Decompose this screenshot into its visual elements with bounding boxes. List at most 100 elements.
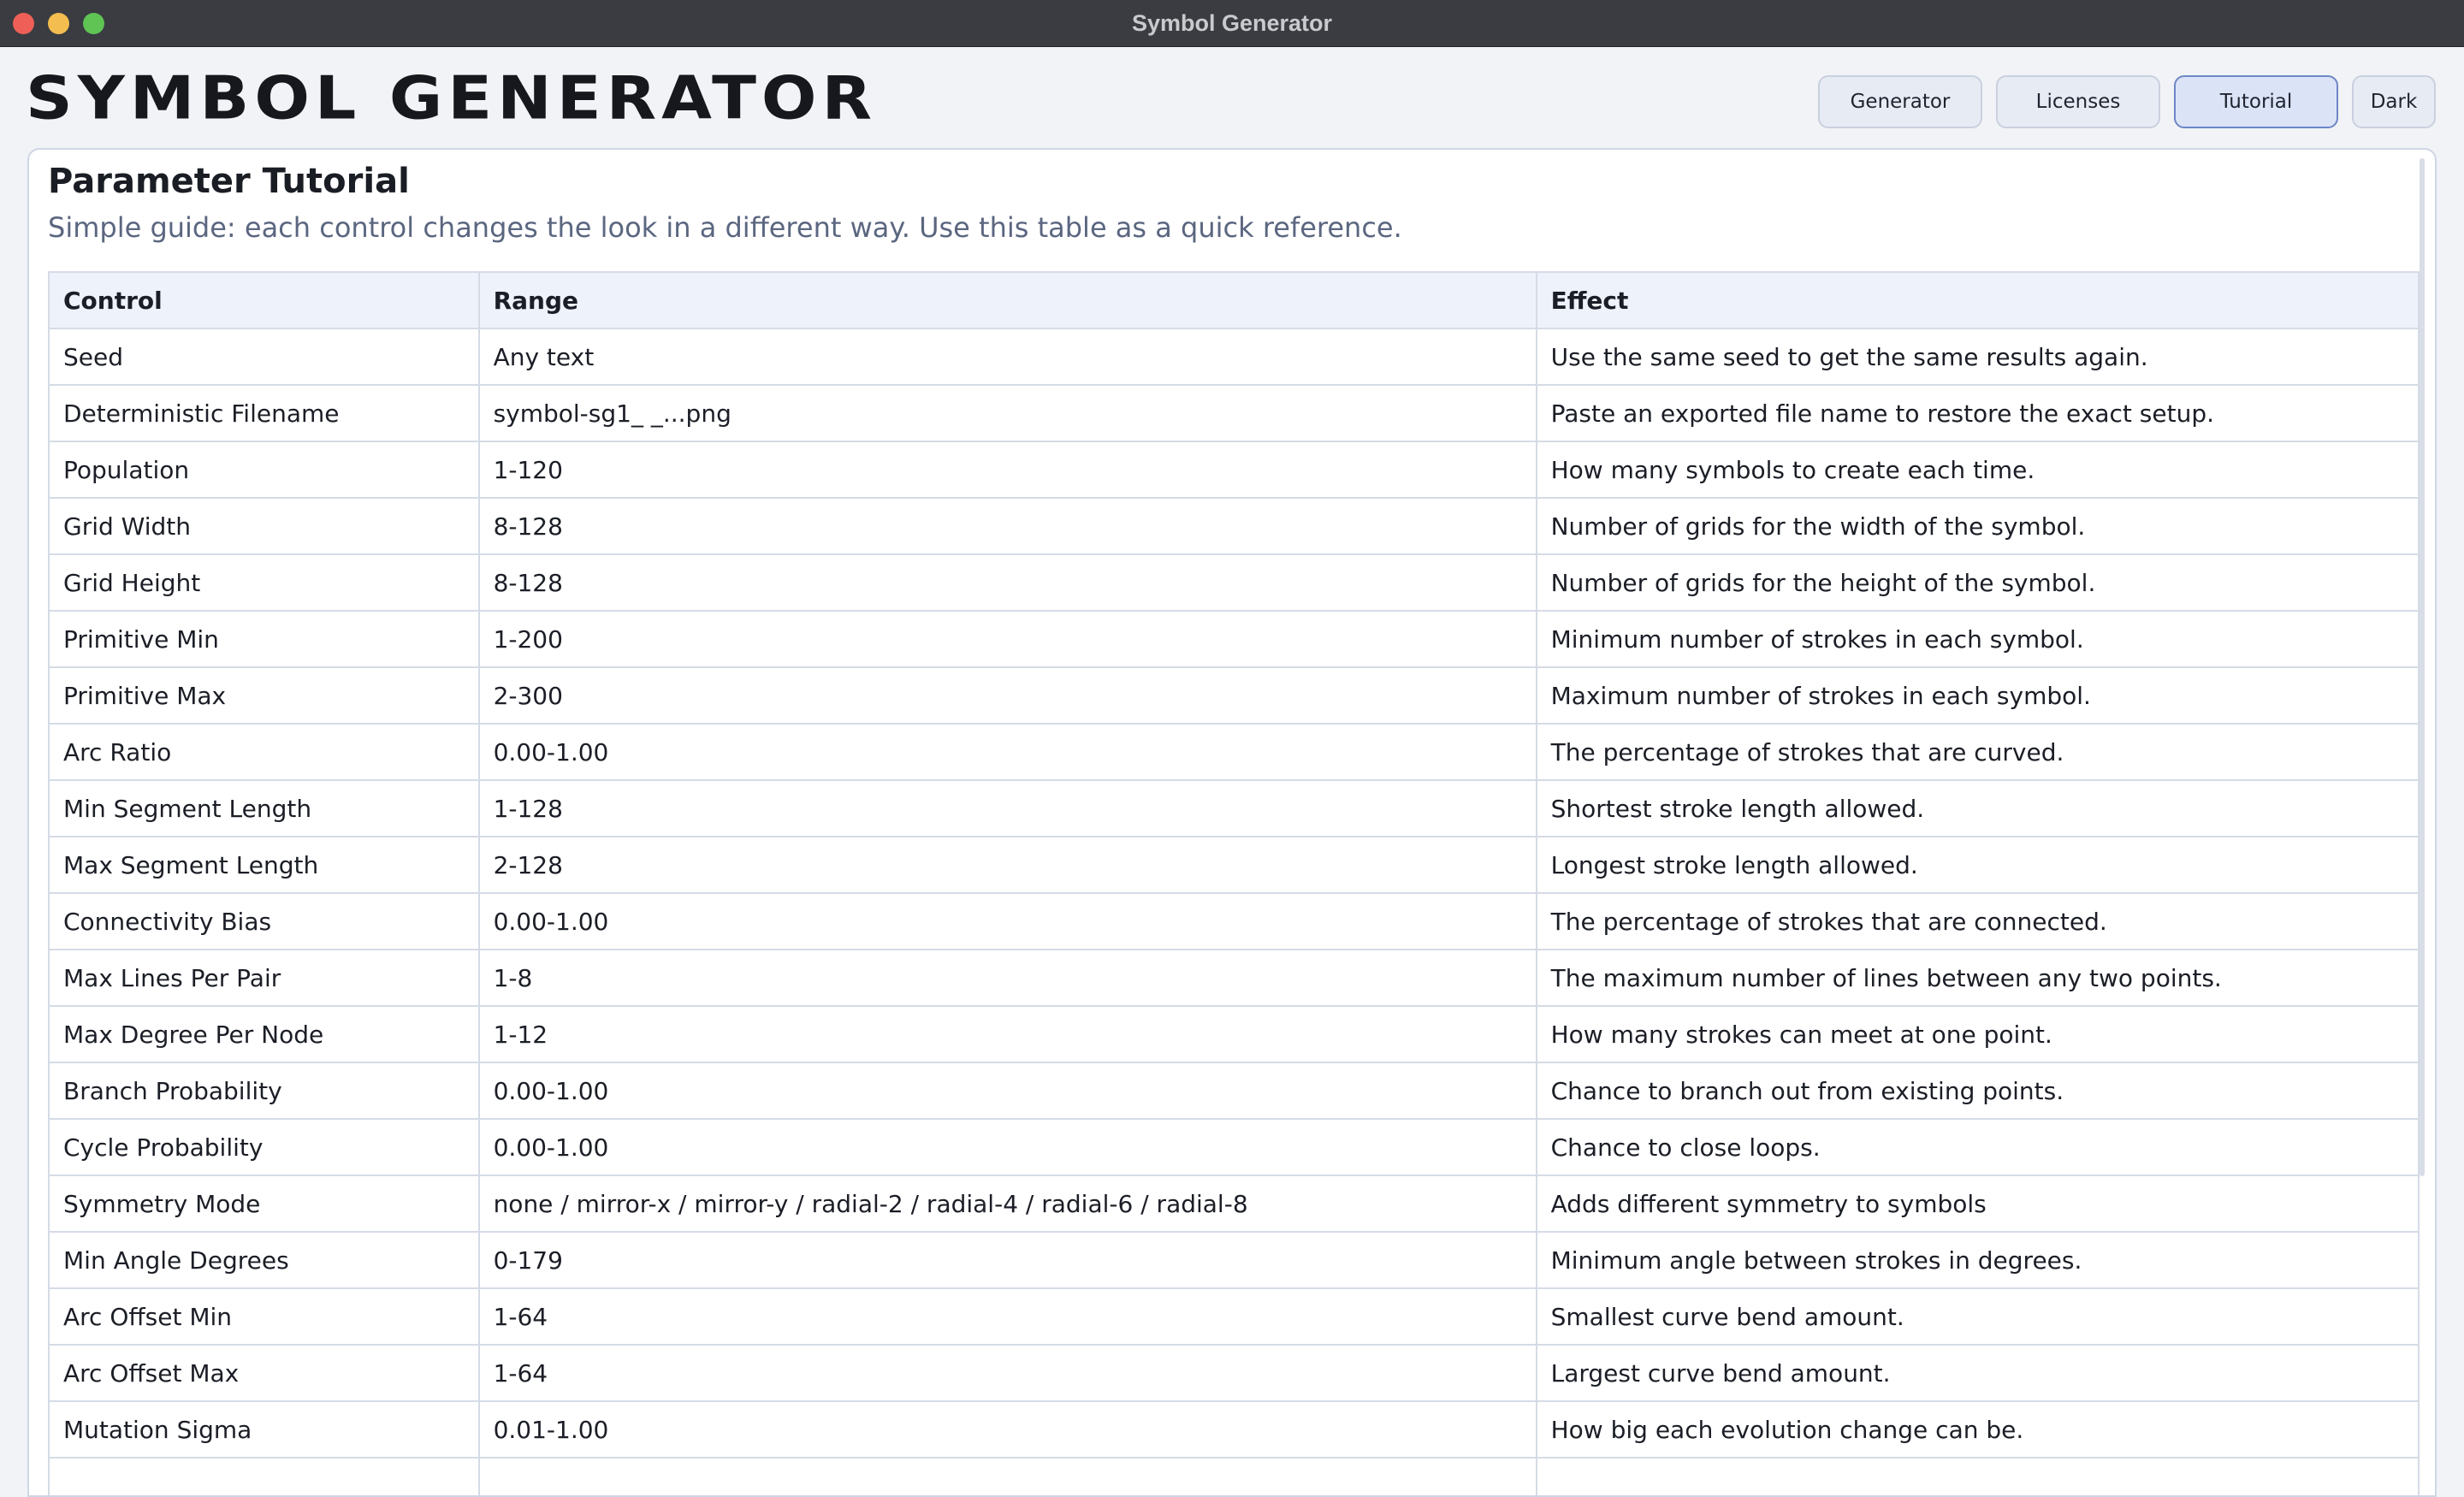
cell-effect: How many strokes can meet at one point. [1535,1005,2420,1063]
cell-control: Max Lines Per Pair [48,949,480,1007]
cell-control: Cycle Probability [48,1118,480,1176]
cell-range: 1-128 [477,779,1537,837]
cell-range: 2-300 [477,666,1537,725]
table-row [48,1457,2420,1495]
table-header-row: Control Range Effect [48,271,2420,329]
table-row: Mutation Sigma 0.01-1.00 How big each evol… [48,1400,2420,1459]
cell-control: Max Degree Per Node [48,1005,480,1063]
table-row: Min Angle Degrees 0-179 Minimum angle betw… [48,1231,2420,1289]
table-row: Arc Offset Min 1-64 Smallest curve bend am… [48,1287,2420,1346]
table-body: Seed Any text Use the same seed to get the… [48,328,2420,1495]
table-row: Symmetry Mode none / mirror-x / mirror-y … [48,1175,2420,1233]
cell-control: Deterministic Filename [48,384,480,442]
cell-range: 1-64 [477,1287,1537,1346]
cell-range: 2-128 [477,836,1537,894]
column-header-control: Control [48,271,480,329]
cell-control: Min Segment Length [48,779,480,837]
table-row: Max Segment Length 2-128 Longest stroke le… [48,836,2420,894]
cell-control: Max Segment Length [48,836,480,894]
cell-effect: Maximum number of strokes in each symbol… [1535,666,2420,725]
cell-range [477,1457,1537,1495]
cell-effect: Number of grids for the width of the sym… [1535,497,2420,555]
cell-control: Symmetry Mode [48,1175,480,1233]
generator-tab-button[interactable]: Generator [1818,75,1982,128]
cell-control: Arc Offset Max [48,1344,480,1402]
cell-control: Grid Width [48,497,480,555]
table-row: Grid Height 8-128 Number of grids for the … [48,553,2420,612]
cell-effect [1535,1457,2420,1495]
cell-effect: The percentage of strokes that are conne… [1535,892,2420,950]
cell-range: 1-200 [477,610,1537,668]
cell-effect: Chance to close loops. [1535,1118,2420,1176]
table-row: Cycle Probability 0.00-1.00 Chance to clos… [48,1118,2420,1176]
cell-range: 0-179 [477,1231,1537,1289]
tutorial-tab-button[interactable]: Tutorial [2174,75,2338,128]
cell-effect: Minimum angle between strokes in degrees… [1535,1231,2420,1289]
cell-range: 8-128 [477,553,1537,612]
table-row: Seed Any text Use the same seed to get the… [48,328,2420,386]
cell-effect: Number of grids for the height of the sy… [1535,553,2420,612]
cell-effect: How many symbols to create each time. [1535,441,2420,499]
cell-control: Connectivity Bias [48,892,480,950]
cell-effect: Adds different symmetry to symbols [1535,1175,2420,1233]
cell-effect: The percentage of strokes that are curve… [1535,723,2420,781]
cell-control: Arc Offset Min [48,1287,480,1346]
table-row: Arc Ratio 0.00-1.00 The percentage of stro… [48,723,2420,781]
parameter-table: Control Range Effect Seed Any text Use the… [48,271,2420,1495]
cell-range: 1-64 [477,1344,1537,1402]
table-row: Deterministic Filename symbol-sg1_ _...pn… [48,384,2420,442]
cell-control: Arc Ratio [48,723,480,781]
table-row: Connectivity Bias 0.00-1.00 The percentage… [48,892,2420,950]
cell-effect: The maximum number of lines between any … [1535,949,2420,1007]
panel-subtitle: Simple guide: each control changes the l… [48,211,1402,244]
cell-control: Min Angle Degrees [48,1231,480,1289]
title-bar: Symbol Generator [0,0,2464,47]
cell-effect: Largest curve bend amount. [1535,1344,2420,1402]
cell-range: 0.01-1.00 [477,1400,1537,1459]
panel-title: Parameter Tutorial [48,162,410,201]
cell-effect: Smallest curve bend amount. [1535,1287,2420,1346]
licenses-tab-button[interactable]: Licenses [1996,75,2160,128]
dark-mode-button[interactable]: Dark [2352,75,2436,128]
cell-effect: Shortest stroke length allowed. [1535,779,2420,837]
cell-effect: Paste an exported file name to restore t… [1535,384,2420,442]
table-row: Branch Probability 0.00-1.00 Chance to bra… [48,1062,2420,1120]
cell-control: Population [48,441,480,499]
table-row: Primitive Min 1-200 Minimum number of stro… [48,610,2420,668]
table-row: Population 1-120 How many symbols to creat… [48,441,2420,499]
cell-range: 0.00-1.00 [477,1062,1537,1120]
cell-range: 1-120 [477,441,1537,499]
cell-effect: Chance to branch out from existing point… [1535,1062,2420,1120]
cell-effect: Use the same seed to get the same result… [1535,328,2420,386]
cell-range: 1-8 [477,949,1537,1007]
app-logo: SYMBOL GENERATOR [26,62,878,133]
cell-range: symbol-sg1_ _...png [477,384,1537,442]
column-header-effect: Effect [1535,271,2420,329]
cell-range: none / mirror-x / mirror-y / radial-2 / … [477,1175,1537,1233]
table-row: Max Lines Per Pair 1-8 The maximum number … [48,949,2420,1007]
table-row: Arc Offset Max 1-64 Largest curve bend amo… [48,1344,2420,1402]
cell-control: Branch Probability [48,1062,480,1120]
cell-effect: Longest stroke length allowed. [1535,836,2420,894]
cell-effect: How big each evolution change can be. [1535,1400,2420,1459]
table-row: Min Segment Length 1-128 Shortest stroke l… [48,779,2420,837]
column-header-range: Range [477,271,1537,329]
table-row: Grid Width 8-128 Number of grids for the w… [48,497,2420,555]
cell-range: 0.00-1.00 [477,723,1537,781]
table-row: Primitive Max 2-300 Maximum number of stro… [48,666,2420,725]
cell-range: 1-12 [477,1005,1537,1063]
cell-control: Grid Height [48,553,480,612]
tutorial-panel: Parameter Tutorial Simple guide: each co… [27,148,2437,1497]
table-row: Max Degree Per Node 1-12 How many strokes … [48,1005,2420,1063]
cell-range: 0.00-1.00 [477,892,1537,950]
vertical-scrollbar[interactable] [2420,158,2425,1176]
cell-range: 8-128 [477,497,1537,555]
cell-effect: Minimum number of strokes in each symbol… [1535,610,2420,668]
cell-range: Any text [477,328,1537,386]
cell-control: Mutation Sigma [48,1400,480,1459]
cell-range: 0.00-1.00 [477,1118,1537,1176]
window-title: Symbol Generator [1131,10,1333,36]
cell-control [48,1457,480,1495]
cell-control: Seed [48,328,480,386]
cell-control: Primitive Min [48,610,480,668]
